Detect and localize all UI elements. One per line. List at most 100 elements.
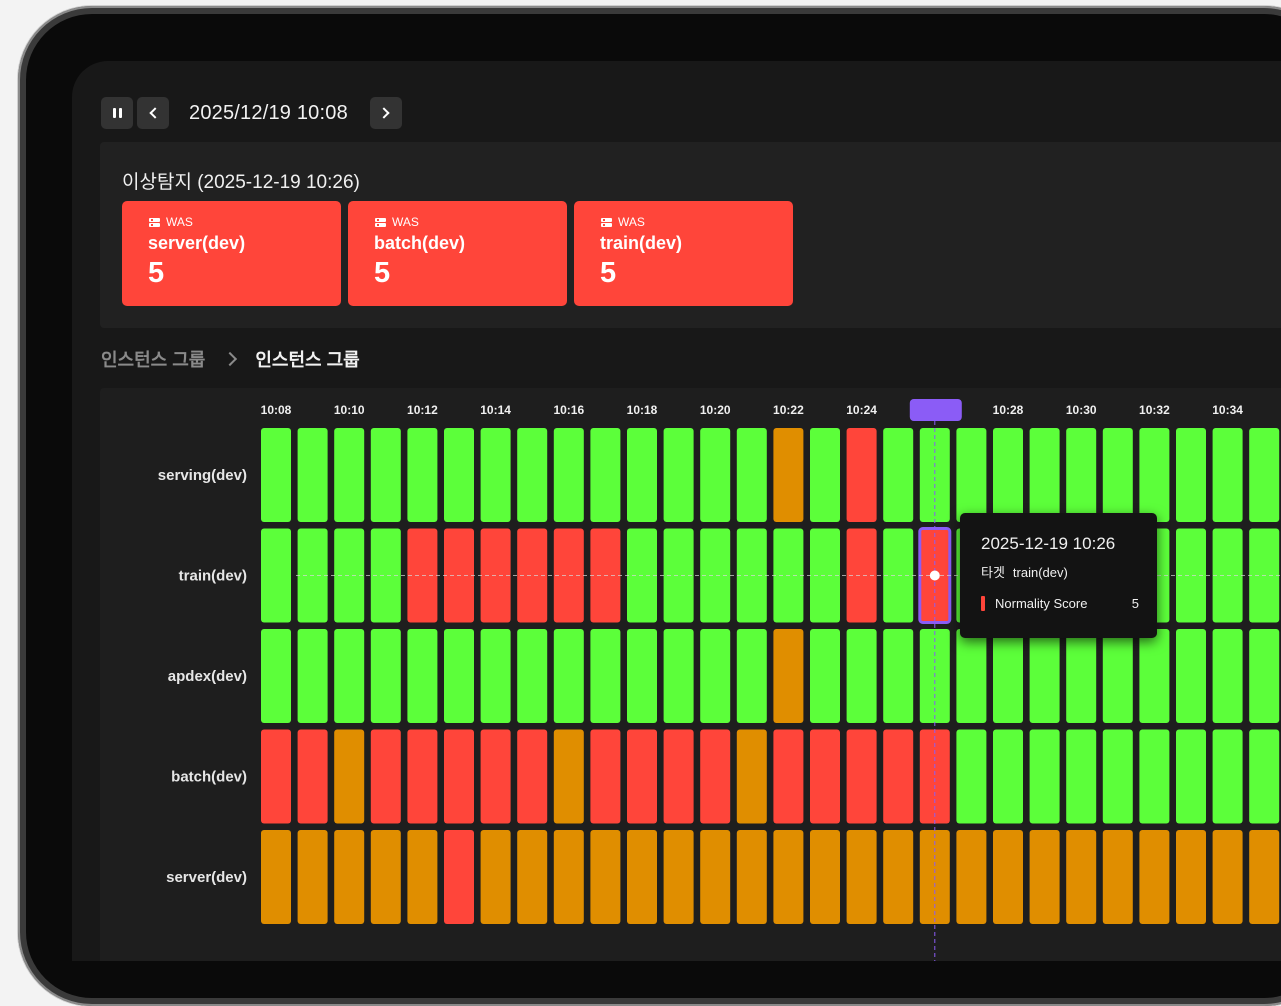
heatmap-cell[interactable] [407,830,438,924]
heatmap-cell[interactable] [1176,830,1206,924]
heatmap-cell[interactable] [407,428,438,522]
heatmap-cell[interactable] [1139,428,1170,522]
heatmap-cell[interactable] [663,629,694,723]
heatmap-cell[interactable] [736,830,767,924]
heatmap-cell[interactable] [334,729,365,824]
heatmap-cell[interactable] [480,428,511,522]
heatmap-cell[interactable] [553,729,584,824]
heatmap-cell[interactable] [1066,830,1097,924]
heatmap-cell[interactable] [517,830,548,924]
heatmap-cell[interactable] [1029,629,1060,723]
next-button[interactable] [369,97,402,129]
pause-button[interactable] [101,97,133,129]
heatmap-cell[interactable] [297,830,328,924]
heatmap-cell[interactable] [883,629,914,723]
anomaly-card[interactable]: WAS train(dev) 5 [574,201,793,306]
heatmap-cell[interactable] [261,528,291,623]
heatmap-cell[interactable] [773,629,804,723]
heatmap-cell[interactable] [627,629,657,723]
heatmap-cell[interactable] [1102,729,1133,824]
heatmap-cell[interactable] [1029,729,1060,824]
heatmap-cell[interactable] [261,729,291,824]
heatmap-cell[interactable] [553,629,584,723]
heatmap-cell[interactable] [480,729,511,824]
heatmap-cell[interactable] [736,629,767,723]
heatmap-cell[interactable] [883,830,914,924]
heatmap-cell[interactable] [1102,428,1133,522]
heatmap-cell[interactable] [1066,629,1097,723]
heatmap-cell[interactable] [956,428,987,522]
heatmap-cell[interactable] [1212,629,1243,723]
heatmap-cell[interactable] [517,428,548,522]
heatmap-cell[interactable] [1249,428,1280,522]
heatmap-cell[interactable] [846,830,877,924]
heatmap-cell[interactable] [1139,830,1170,924]
selected-time-marker[interactable] [909,399,962,421]
heatmap-cell[interactable] [1139,629,1170,723]
heatmap-cell[interactable] [1212,830,1243,924]
heatmap-cell[interactable] [261,629,291,723]
heatmap-cell[interactable] [297,629,328,723]
heatmap-cell[interactable] [590,629,621,723]
heatmap-cell[interactable] [553,428,584,522]
heatmap-cell[interactable] [261,428,291,522]
heatmap-cell[interactable] [663,830,694,924]
heatmap-cell[interactable] [370,428,401,522]
heatmap-cell[interactable] [736,428,767,522]
heatmap-cell[interactable] [700,729,731,824]
heatmap-cell[interactable] [956,729,987,824]
heatmap-cell[interactable] [700,629,731,723]
heatmap-cell[interactable] [370,830,401,924]
heatmap-cell[interactable] [407,629,438,723]
heatmap-cell[interactable] [956,629,987,723]
heatmap-cell[interactable] [444,428,474,522]
anomaly-card[interactable]: WAS batch(dev) 5 [348,201,567,306]
heatmap-cell[interactable] [846,428,877,522]
heatmap-cell[interactable] [883,729,914,824]
heatmap-cell[interactable] [334,830,365,924]
heatmap-cell[interactable] [883,428,914,522]
heatmap-cell[interactable] [627,830,657,924]
heatmap-cell[interactable] [773,428,804,522]
heatmap-cell[interactable] [297,729,328,824]
previous-button[interactable] [137,97,169,129]
heatmap-cell[interactable] [773,830,804,924]
heatmap-cell[interactable] [663,428,694,522]
heatmap-cell[interactable] [590,830,621,924]
heatmap-cell[interactable] [297,428,328,522]
heatmap-cell[interactable] [1066,729,1097,824]
heatmap-cell[interactable] [1102,629,1133,723]
heatmap-cell[interactable] [773,729,804,824]
heatmap-cell[interactable] [334,428,365,522]
heatmap-cell[interactable] [480,830,511,924]
heatmap-cell[interactable] [444,629,474,723]
heatmap-cell[interactable] [846,729,877,824]
heatmap-cell[interactable] [1212,428,1243,522]
heatmap-cell[interactable] [1139,729,1170,824]
heatmap-cell[interactable] [993,428,1023,522]
heatmap-cell[interactable] [1212,729,1243,824]
heatmap-cell[interactable] [956,830,987,924]
heatmap-cell[interactable] [1249,830,1280,924]
heatmap-cell[interactable] [627,729,657,824]
heatmap-cell[interactable] [480,629,511,723]
heatmap-cell[interactable] [700,428,731,522]
heatmap-cell[interactable] [1029,830,1060,924]
heatmap-cell[interactable] [810,830,840,924]
heatmap-cell[interactable] [993,729,1023,824]
heatmap-cell[interactable] [993,629,1023,723]
heatmap-cell[interactable] [1176,428,1206,522]
heatmap-cell[interactable] [553,830,584,924]
heatmap-cell[interactable] [1102,830,1133,924]
heatmap-cell[interactable] [261,830,291,924]
heatmap-cell[interactable] [1249,729,1280,824]
anomaly-card[interactable]: WAS server(dev) 5 [122,201,341,306]
heatmap-cell[interactable] [444,830,474,924]
heatmap-cell[interactable] [1249,629,1280,723]
heatmap-cell[interactable] [663,729,694,824]
heatmap-cell[interactable] [517,629,548,723]
heatmap-cell[interactable] [334,629,365,723]
heatmap-cell[interactable] [370,629,401,723]
breadcrumb-parent[interactable]: 인스턴스 그룹 [101,346,205,372]
heatmap-cell[interactable] [370,729,401,824]
